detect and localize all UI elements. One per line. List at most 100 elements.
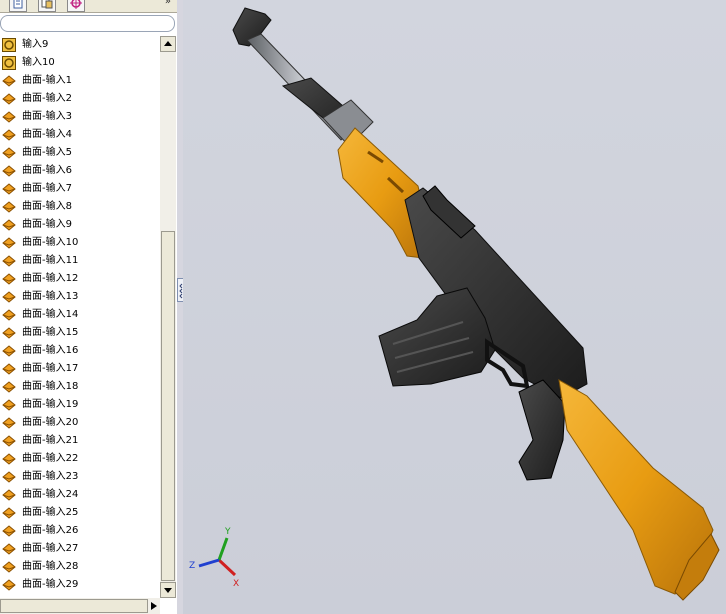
triad-y-axis: Y — [217, 527, 231, 561]
triad-z-axis: Z — [189, 558, 220, 571]
tree-item[interactable]: 曲面-输入8 — [0, 198, 160, 216]
tree-item[interactable]: 曲面-输入19 — [0, 396, 160, 414]
tree-item-label: 曲面-输入24 — [22, 489, 79, 500]
tree-item[interactable]: 曲面-输入3 — [0, 108, 160, 126]
svg-text:Y: Y — [224, 527, 231, 537]
surface-import-icon — [2, 219, 16, 231]
tree-item[interactable]: 曲面-输入27 — [0, 540, 160, 558]
tree-item[interactable]: 曲面-输入2 — [0, 90, 160, 108]
surface-import-icon — [2, 525, 16, 537]
tree-item-label: 曲面-输入19 — [22, 399, 79, 410]
surface-import-icon — [2, 471, 16, 483]
tree-item-label: 曲面-输入2 — [22, 93, 72, 104]
tree-item[interactable]: 曲面-输入22 — [0, 450, 160, 468]
tree-item-label: 曲面-输入3 — [22, 111, 72, 122]
surface-import-icon — [2, 111, 16, 123]
tree-item[interactable]: 曲面-输入12 — [0, 270, 160, 288]
vertical-scroll-thumb[interactable] — [161, 231, 175, 581]
tree-item-label: 曲面-输入8 — [22, 201, 72, 212]
graphics-area[interactable]: X Y Z — [183, 0, 726, 614]
feature-tree-panel: » 输入9 输入10 曲面-输入1 曲面-输入2 曲面-输入3 曲面-输入4 曲面-输入5 曲… — [0, 0, 178, 614]
tree-item-label: 曲面-输入26 — [22, 525, 79, 536]
tree-item-label: 曲面-输入18 — [22, 381, 79, 392]
tree-item[interactable]: 曲面-输入24 — [0, 486, 160, 504]
scroll-up-arrow-icon[interactable] — [160, 36, 176, 52]
tree-item-label: 曲面-输入5 — [22, 147, 72, 158]
surface-import-icon — [2, 75, 16, 87]
tree-item[interactable]: 曲面-输入18 — [0, 378, 160, 396]
tree-item-label: 曲面-输入1 — [22, 75, 72, 86]
tree-item-label: 曲面-输入11 — [22, 255, 79, 266]
tree-item-label: 曲面-输入14 — [22, 309, 79, 320]
tree-item[interactable]: 曲面-输入7 — [0, 180, 160, 198]
tree-item[interactable]: 曲面-输入13 — [0, 288, 160, 306]
tree-item[interactable]: 曲面-输入28 — [0, 558, 160, 576]
property-manager-tab[interactable] — [38, 0, 56, 12]
imported-body-icon — [2, 38, 16, 52]
tree-item-label: 输入9 — [22, 39, 49, 50]
tree-item[interactable]: 曲面-输入25 — [0, 504, 160, 522]
surface-import-icon — [2, 165, 16, 177]
tree-item[interactable]: 曲面-输入1 — [0, 72, 160, 90]
surface-import-icon — [2, 201, 16, 213]
tree-item[interactable]: 曲面-输入9 — [0, 216, 160, 234]
svg-text:X: X — [233, 579, 239, 589]
tree-item[interactable]: 输入10 — [0, 54, 160, 72]
tree-item-label: 曲面-输入28 — [22, 561, 79, 572]
tree-item[interactable]: 曲面-输入15 — [0, 324, 160, 342]
coordinate-triad: X Y Z — [189, 527, 239, 589]
surface-import-icon — [2, 363, 16, 375]
surface-import-icon — [2, 93, 16, 105]
surface-import-icon — [2, 129, 16, 141]
tree-item-label: 曲面-输入27 — [22, 543, 79, 554]
tree-item[interactable]: 曲面-输入14 — [0, 306, 160, 324]
surface-import-icon — [2, 435, 16, 447]
tree-item[interactable]: 曲面-输入16 — [0, 342, 160, 360]
tree-item[interactable]: 曲面-输入6 — [0, 162, 160, 180]
tree-item-label: 曲面-输入17 — [22, 363, 79, 374]
vertical-scrollbar[interactable] — [160, 36, 176, 598]
tree-item[interactable]: 曲面-输入20 — [0, 414, 160, 432]
surface-import-icon — [2, 309, 16, 321]
tree-item[interactable]: 输入9 — [0, 36, 160, 54]
surface-import-icon — [2, 579, 16, 591]
horizontal-scrollbar[interactable] — [0, 598, 160, 614]
more-tabs-chevron[interactable]: » — [165, 0, 171, 7]
tree-item-label: 曲面-输入23 — [22, 471, 79, 482]
tree-item[interactable]: 曲面-输入17 — [0, 360, 160, 378]
configuration-manager-tab[interactable] — [67, 0, 85, 12]
feature-manager-tab[interactable] — [9, 0, 27, 12]
surface-import-icon — [2, 147, 16, 159]
property-manager-icon — [41, 0, 53, 9]
configuration-manager-icon — [70, 0, 82, 9]
tree-item[interactable]: 曲面-输入29 — [0, 576, 160, 594]
surface-import-icon — [2, 507, 16, 519]
feature-tree: 输入9 输入10 曲面-输入1 曲面-输入2 曲面-输入3 曲面-输入4 曲面-输入5 曲面-… — [0, 36, 160, 598]
tree-item[interactable]: 曲面-输入23 — [0, 468, 160, 486]
surface-import-icon — [2, 381, 16, 393]
tree-item-label: 曲面-输入29 — [22, 579, 79, 590]
feature-manager-icon — [13, 0, 23, 9]
tree-item-label: 曲面-输入13 — [22, 291, 79, 302]
tree-item[interactable]: 曲面-输入5 — [0, 144, 160, 162]
tree-item-label: 曲面-输入21 — [22, 435, 79, 446]
surface-import-icon — [2, 291, 16, 303]
tree-item[interactable]: 曲面-输入21 — [0, 432, 160, 450]
tree-item-label: 输入10 — [22, 57, 55, 68]
tree-item-label: 曲面-输入10 — [22, 237, 79, 248]
tree-item-label: 曲面-输入7 — [22, 183, 72, 194]
imported-body-icon — [2, 56, 16, 70]
scroll-right-arrow-icon[interactable] — [148, 598, 160, 614]
horizontal-scroll-thumb[interactable] — [0, 599, 148, 613]
manager-tab-bar: » — [0, 0, 177, 13]
tree-item[interactable]: 曲面-输入10 — [0, 234, 160, 252]
tree-item[interactable]: 曲面-输入11 — [0, 252, 160, 270]
surface-import-icon — [2, 543, 16, 555]
surface-import-icon — [2, 489, 16, 501]
triad-x-axis: X — [217, 558, 239, 589]
tree-filter-input[interactable] — [0, 15, 175, 32]
scroll-down-arrow-icon[interactable] — [160, 582, 176, 598]
tree-item-label: 曲面-输入12 — [22, 273, 79, 284]
tree-item[interactable]: 曲面-输入4 — [0, 126, 160, 144]
tree-item[interactable]: 曲面-输入26 — [0, 522, 160, 540]
